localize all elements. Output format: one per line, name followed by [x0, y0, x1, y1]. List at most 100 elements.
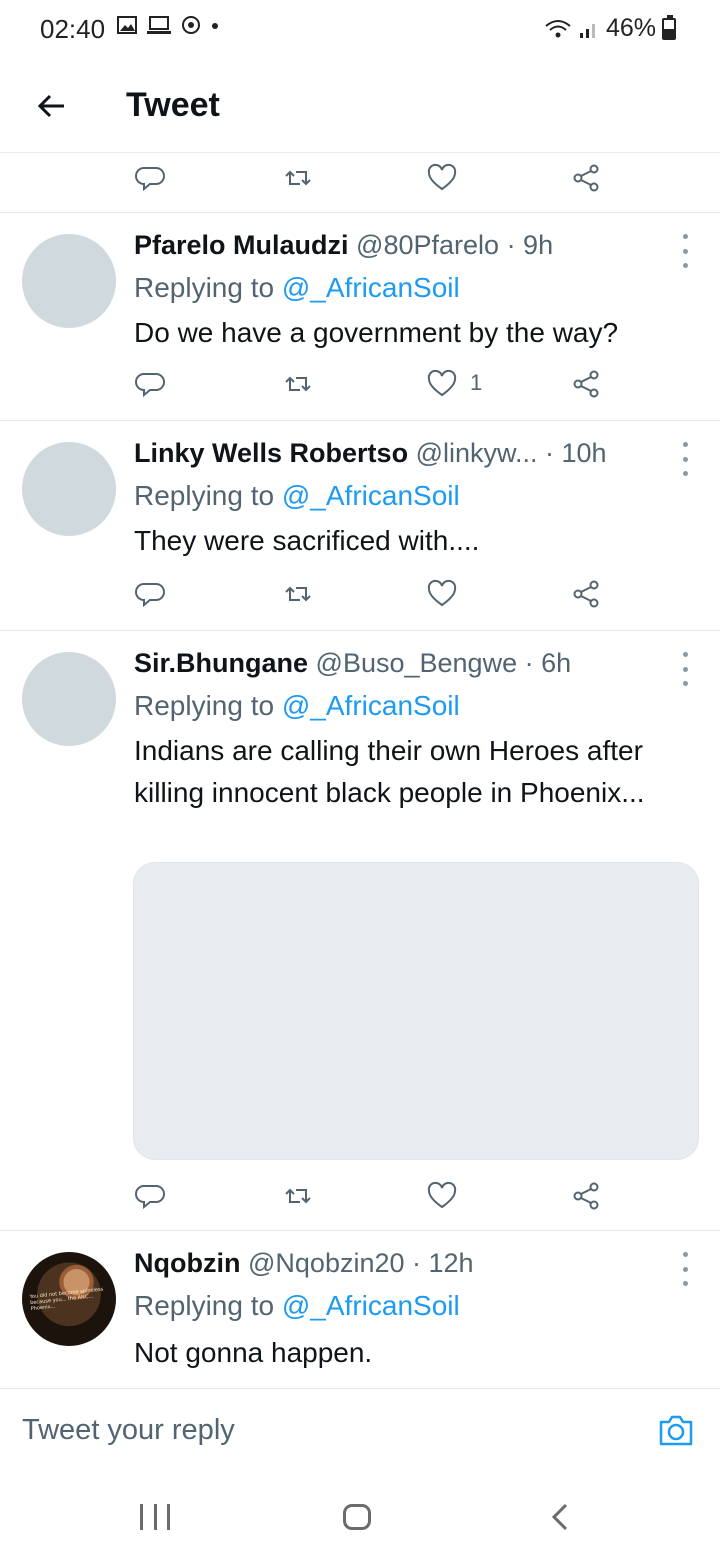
like-button[interactable]	[412, 1166, 472, 1226]
reply-tweet[interactable]: Linky Wells Robertso @linkyw... · 10h Re…	[0, 420, 720, 630]
retweet-button[interactable]	[268, 564, 328, 624]
reply-tweet[interactable]: You did not become spineless because you…	[0, 1230, 720, 1388]
display-name[interactable]: Sir.Bhungane	[134, 648, 308, 678]
tweet-text: Do we have a government by the way?	[134, 317, 619, 348]
replying-label: Replying to	[134, 690, 275, 721]
tweet-header: Pfarelo Mulaudzi @80Pfarelo · 9h	[134, 230, 553, 261]
display-name[interactable]: Pfarelo Mulaudzi	[134, 230, 349, 260]
like-button[interactable]	[412, 148, 472, 208]
replying-to: Replying to @_AfricanSoil	[134, 1290, 460, 1322]
wifi-icon	[545, 19, 571, 37]
media-image[interactable]	[133, 862, 699, 1160]
system-back-button[interactable]	[548, 1502, 572, 1532]
reply-tweet[interactable]: Sir.Bhungane @Buso_Bengwe · 6h Replying …	[0, 630, 720, 1230]
reply-tweet[interactable]: Pfarelo Mulaudzi @80Pfarelo · 9h Replyin…	[0, 212, 720, 420]
tweet-text: Not gonna happen.	[134, 1337, 373, 1368]
retweet-icon	[285, 376, 311, 392]
tweet-text: They were sacrificed with....	[134, 525, 480, 556]
retweet-button[interactable]	[268, 148, 328, 208]
retweet-icon	[285, 586, 311, 602]
retweet-button[interactable]	[268, 1166, 328, 1226]
reply-icon	[135, 373, 165, 398]
camera-icon	[659, 1415, 693, 1446]
replying-handle-link[interactable]: @_AfricanSoil	[282, 272, 460, 303]
like-count: 1	[470, 370, 483, 395]
tweet-actions-parent	[0, 148, 720, 208]
retweet-icon	[285, 1188, 311, 1204]
reply-button[interactable]	[120, 354, 180, 414]
chevron-left-icon	[551, 1503, 568, 1531]
tweet-time: · 9h	[506, 230, 554, 260]
tweet-time: · 12h	[412, 1248, 474, 1278]
share-icon	[573, 1182, 599, 1210]
home-button[interactable]	[343, 1504, 371, 1530]
user-handle[interactable]: @80Pfarelo	[356, 230, 499, 260]
status-bar: 02:40 46%	[0, 0, 720, 60]
signal-icon	[579, 23, 595, 38]
avatar-caption: You did not become spineless because you…	[29, 1286, 104, 1313]
dot-icon	[212, 23, 218, 29]
laptop-icon	[147, 16, 171, 34]
avatar[interactable]	[22, 442, 116, 536]
heart-icon	[427, 1181, 457, 1209]
share-icon	[573, 580, 599, 608]
tweet-time: · 6h	[524, 648, 572, 678]
replying-to: Replying to @_AfricanSoil	[134, 272, 460, 304]
battery-icon	[662, 14, 676, 40]
replying-handle-link[interactable]: @_AfricanSoil	[282, 480, 460, 511]
status-time: 02:40	[40, 14, 106, 44]
like-button[interactable]	[412, 564, 472, 624]
avatar[interactable]	[22, 234, 116, 328]
arrow-left-icon	[37, 94, 64, 118]
reply-button[interactable]	[120, 148, 180, 208]
tweet-text: Indians are calling their own Heroes aft…	[134, 735, 645, 808]
more-button[interactable]	[676, 652, 694, 686]
reply-input[interactable]	[20, 1403, 624, 1457]
tweet-header: Nqobzin @Nqobzin20 · 12h	[134, 1248, 474, 1279]
share-button[interactable]	[556, 148, 616, 208]
status-right: 46%	[544, 14, 676, 43]
heart-icon	[427, 579, 457, 607]
back-button[interactable]	[30, 84, 74, 128]
battery-percent: 46%	[605, 14, 656, 42]
reply-icon	[135, 1185, 165, 1210]
tweet-actions	[0, 564, 720, 624]
share-button[interactable]	[556, 564, 616, 624]
share-button[interactable]	[556, 1166, 616, 1226]
avatar[interactable]	[22, 652, 116, 746]
camera-button[interactable]	[658, 1413, 694, 1447]
gallery-icon	[117, 16, 137, 34]
replying-handle-link[interactable]: @_AfricanSoil	[282, 690, 460, 721]
share-button[interactable]	[556, 354, 616, 414]
display-name[interactable]: Nqobzin	[134, 1248, 240, 1278]
share-icon	[573, 164, 599, 192]
reply-button[interactable]	[120, 1166, 180, 1226]
replying-label: Replying to	[134, 480, 275, 511]
user-handle[interactable]: @linkyw...	[416, 438, 538, 468]
retweet-button[interactable]	[268, 354, 328, 414]
recent-apps-button[interactable]	[140, 1504, 170, 1530]
reply-button[interactable]	[120, 564, 180, 624]
share-icon	[573, 370, 599, 398]
user-handle[interactable]: @Buso_Bengwe	[316, 648, 518, 678]
reply-icon	[135, 167, 165, 192]
like-button[interactable]	[412, 354, 472, 414]
top-bar: Tweet	[0, 60, 720, 153]
notification-icons	[116, 14, 220, 36]
display-name[interactable]: Linky Wells Robertso	[134, 438, 408, 468]
avatar[interactable]: You did not become spineless because you…	[22, 1252, 116, 1346]
more-button[interactable]	[676, 234, 694, 268]
tweet-time: · 10h	[545, 438, 607, 468]
replying-handle-link[interactable]: @_AfricanSoil	[282, 1290, 460, 1321]
page-title: Tweet	[126, 86, 220, 124]
replying-label: Replying to	[134, 272, 275, 303]
tweet-actions: 1	[0, 354, 720, 414]
retweet-icon	[285, 170, 311, 186]
heart-icon	[427, 163, 457, 191]
tweet-header: Sir.Bhungane @Buso_Bengwe · 6h	[134, 648, 571, 679]
sync-icon	[182, 16, 200, 34]
more-button[interactable]	[676, 1252, 694, 1286]
system-nav-bar	[0, 1468, 720, 1560]
more-button[interactable]	[676, 442, 694, 476]
user-handle[interactable]: @Nqobzin20	[248, 1248, 405, 1278]
